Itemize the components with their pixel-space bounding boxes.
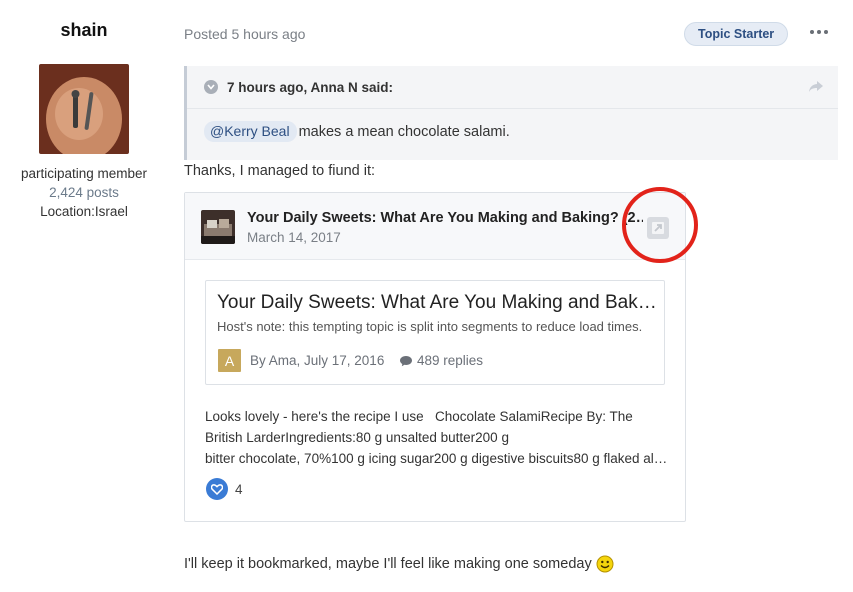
excerpt-line: Looks lovely - here's the recipe I use C…	[205, 409, 633, 424]
posted-time[interactable]: Posted 5 hours ago	[184, 26, 305, 42]
inner-author-avatar[interactable]: A	[218, 349, 241, 372]
inner-byline: By Ama, July 17, 2016	[250, 353, 385, 368]
reply-text: Thanks, I managed to fiund it:	[184, 163, 376, 179]
inner-replies-count: 489 replies	[417, 353, 484, 368]
mention-link[interactable]: @Kerry Beal	[204, 121, 297, 142]
quote-header: 7 hours ago, Anna N said:	[187, 66, 838, 109]
author-title: participating member	[20, 166, 148, 181]
embedded-post[interactable]: Your Daily Sweets: What Are You Making a…	[184, 192, 686, 522]
highlight-circle	[622, 187, 698, 263]
more-options-icon[interactable]	[808, 22, 830, 42]
author-location: Location:Israel	[40, 204, 128, 219]
embed-date: March 14, 2017	[247, 230, 341, 245]
excerpt-line: bitter chocolate, 70%100 g icing sugar20…	[205, 451, 671, 466]
quote-citation: 7 hours ago, Anna N said:	[227, 79, 394, 95]
embed-header: Your Daily Sweets: What Are You Making a…	[185, 193, 685, 260]
inner-embed-title[interactable]: Your Daily Sweets: What Are You Making a…	[217, 292, 657, 314]
author-name[interactable]: shain	[0, 20, 168, 41]
inner-replies: 489 replies	[399, 353, 483, 368]
quote-text: makes a mean chocolate salami.	[298, 123, 510, 140]
embed-thumbnail[interactable]	[201, 210, 235, 244]
inner-embed-note: Host's note: this tempting topic is spli…	[217, 319, 643, 334]
closing-text-content: I'll keep it bookmarked, maybe I'll feel…	[184, 556, 592, 572]
excerpt-line: British LarderIngredients:80 g unsalted …	[205, 430, 509, 445]
quote-block: 7 hours ago, Anna N said: @Kerry Beal ma…	[184, 66, 838, 160]
reaction-summary[interactable]: 4	[206, 478, 243, 500]
smile-icon	[596, 555, 614, 573]
author-post-count[interactable]: 2,424 posts	[0, 185, 168, 200]
closing-text: I'll keep it bookmarked, maybe I'll feel…	[184, 555, 614, 573]
collapse-icon[interactable]	[204, 80, 218, 94]
quote-body: @Kerry Beal makes a mean chocolate salam…	[204, 121, 510, 142]
comment-icon	[400, 355, 412, 366]
embed-excerpt: Looks lovely - here's the recipe I use C…	[205, 406, 671, 469]
topic-starter-badge: Topic Starter	[684, 22, 789, 46]
share-icon[interactable]	[808, 80, 824, 94]
heart-icon[interactable]	[206, 478, 228, 500]
inner-embed-card[interactable]: Your Daily Sweets: What Are You Making a…	[205, 280, 665, 385]
reaction-count: 4	[235, 481, 243, 497]
embed-title[interactable]: Your Daily Sweets: What Are You Making a…	[247, 210, 643, 226]
author-avatar[interactable]	[39, 64, 129, 154]
